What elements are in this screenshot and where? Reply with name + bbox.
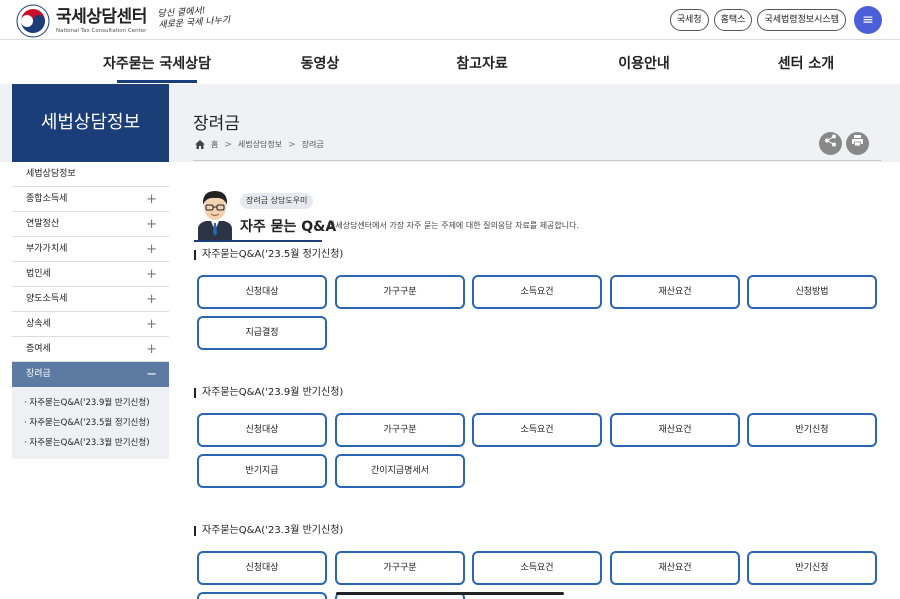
chevron-right-icon: > <box>288 139 296 150</box>
logo-title: 국세상담센터 <box>56 7 147 27</box>
submenu-item-label: 자주묻는Q&A('23.5월 정기신청) <box>29 418 150 428</box>
top-bar: 국세상담센터 National Tax Consultation Center … <box>0 0 900 40</box>
global-nav: 자주묻는 국세상담 동영상 참고자료 이용안내 센터 소개 <box>0 41 900 84</box>
gnb-faq[interactable]: 자주묻는 국세상담 <box>87 53 227 83</box>
top-links: 국세청 홈택스 국세법령정보시스템 <box>669 9 846 31</box>
sidebar-item-label: 부가가치세 <box>26 244 68 254</box>
link-law-system[interactable]: 국세법령정보시스템 <box>757 9 846 31</box>
qa-button[interactable]: 반기지급 <box>197 454 327 488</box>
sidebar-item[interactable]: 연말정산 + <box>12 212 169 237</box>
breadcrumb-category[interactable]: 세법상담정보 <box>238 139 282 150</box>
qa-button[interactable]: 가구구분 <box>335 413 465 447</box>
qa-button[interactable]: 가구구분 <box>335 551 465 585</box>
sidebar-item[interactable]: 증여세 + <box>12 337 169 362</box>
sidebar-item[interactable]: 법인세 + <box>12 262 169 287</box>
link-nts[interactable]: 국세청 <box>669 9 709 31</box>
section-title: 자주묻는Q&A('23.3월 반기신청) <box>194 526 343 536</box>
breadcrumb: 홈 > 세법상담정보 > 장려금 <box>195 139 324 150</box>
section-title: 자주묻는Q&A('23.9월 반기신청) <box>194 388 343 398</box>
sidebar-item[interactable]: 세법상담정보 <box>12 162 169 187</box>
qa-button[interactable]: 신청대상 <box>197 275 327 309</box>
page-title: 장려금 <box>193 114 240 134</box>
scrollbar[interactable] <box>336 592 564 595</box>
link-hometax[interactable]: 홈택스 <box>713 9 753 31</box>
gnb-guide[interactable]: 이용안내 <box>574 53 714 73</box>
qa-button[interactable]: 재산요건 <box>610 551 740 585</box>
print-icon[interactable] <box>846 132 869 155</box>
plus-icon: + <box>146 192 157 207</box>
slogan: 당신 곁에서! 새로운 국세 나누기 <box>157 5 230 32</box>
plus-icon: + <box>146 292 157 307</box>
submenu-item[interactable]: · 자주묻는Q&A('23.5월 정기신청) <box>12 413 169 433</box>
submenu-item[interactable]: · 자주묻는Q&A('23.9월 반기신청) <box>12 393 169 413</box>
qa-button[interactable]: 반기신청 <box>747 413 877 447</box>
sidebar-item-label: 증여세 <box>26 344 51 354</box>
gnb-center[interactable]: 센터 소개 <box>736 53 876 73</box>
qa-button[interactable]: 반기신청 <box>747 551 877 585</box>
submenu-item-label: 자주묻는Q&A('23.3월 반기신청) <box>29 438 150 448</box>
menu-icon[interactable]: ≡ <box>854 6 882 34</box>
plus-icon: + <box>146 267 157 282</box>
qa-underline <box>194 240 322 242</box>
gnb-video[interactable]: 동영상 <box>250 53 390 73</box>
section-title: 자주묻는Q&A('23.5월 정기신청) <box>194 250 343 260</box>
submenu-item[interactable]: · 자주묻는Q&A('23.3월 반기신청) <box>12 433 169 453</box>
plus-icon: + <box>146 342 157 357</box>
sidebar: 세법상담정보 종합소득세 + 연말정산 + 부가가치세 + 법인세 + 양도소득세 + 상… <box>12 162 169 459</box>
qa-button[interactable]: 재산요건 <box>610 275 740 309</box>
qa-button[interactable]: 재산요건 <box>610 413 740 447</box>
qa-button[interactable]: 소득요건 <box>472 413 602 447</box>
chevron-right-icon: > <box>224 139 232 150</box>
qa-button-partial[interactable] <box>197 592 327 599</box>
breadcrumb-home[interactable]: 홈 <box>211 139 218 150</box>
sidebar-title: 세법상담정보 <box>12 84 169 162</box>
plus-icon: + <box>146 317 157 332</box>
qa-button[interactable]: 신청대상 <box>197 413 327 447</box>
sidebar-item-active[interactable]: 장려금 − <box>12 362 169 387</box>
qa-button[interactable]: 소득요건 <box>472 275 602 309</box>
sidebar-item-label: 장려금 <box>26 369 51 379</box>
share-icon[interactable] <box>819 132 842 155</box>
qa-button[interactable]: 소득요건 <box>472 551 602 585</box>
submenu-item-label: 자주묻는Q&A('23.9월 반기신청) <box>29 398 150 408</box>
breadcrumb-current: 장려금 <box>301 140 324 149</box>
gnb-reference[interactable]: 참고자료 <box>412 53 552 73</box>
home-icon[interactable] <box>195 140 205 149</box>
qa-button[interactable]: 지급결정 <box>197 316 327 350</box>
sidebar-item[interactable]: 상속세 + <box>12 312 169 337</box>
plus-icon: + <box>146 242 157 257</box>
qa-button[interactable]: 신청방법 <box>747 275 877 309</box>
sidebar-item-label: 법인세 <box>26 269 51 279</box>
plus-icon: + <box>146 217 157 232</box>
qa-button[interactable]: 신청대상 <box>197 551 327 585</box>
site-logo[interactable]: 국세상담센터 National Tax Consultation Center <box>16 4 147 38</box>
logo-subtitle: National Tax Consultation Center <box>56 28 147 34</box>
counselor-avatar-icon <box>198 191 232 241</box>
minus-icon: − <box>146 367 157 382</box>
qa-description: 국세상담센터에서 가장 자주 묻는 주제에 대한 질의응답 자료를 제공합니다. <box>328 221 580 230</box>
sidebar-item[interactable]: 부가가치세 + <box>12 237 169 262</box>
qa-button[interactable]: 가구구분 <box>335 275 465 309</box>
qa-button[interactable]: 간이지급명세서 <box>335 454 465 488</box>
sidebar-submenu: · 자주묻는Q&A('23.9월 반기신청) · 자주묻는Q&A('23.5월 … <box>12 387 169 459</box>
sidebar-item[interactable]: 양도소득세 + <box>12 287 169 312</box>
sidebar-item[interactable]: 종합소득세 + <box>12 187 169 212</box>
qa-title: 자주 묻는 Q&A <box>240 219 337 235</box>
sidebar-item-label: 양도소득세 <box>26 294 68 304</box>
sidebar-item-label: 종합소득세 <box>26 194 68 204</box>
divider <box>193 160 881 161</box>
qa-tag: 장려금 상담도우미 <box>240 193 314 209</box>
sidebar-item-label: 연말정산 <box>26 219 60 229</box>
sidebar-item-label: 상속세 <box>26 319 51 329</box>
logo-emblem-icon <box>16 4 50 38</box>
sidebar-item-label: 세법상담정보 <box>26 169 76 179</box>
